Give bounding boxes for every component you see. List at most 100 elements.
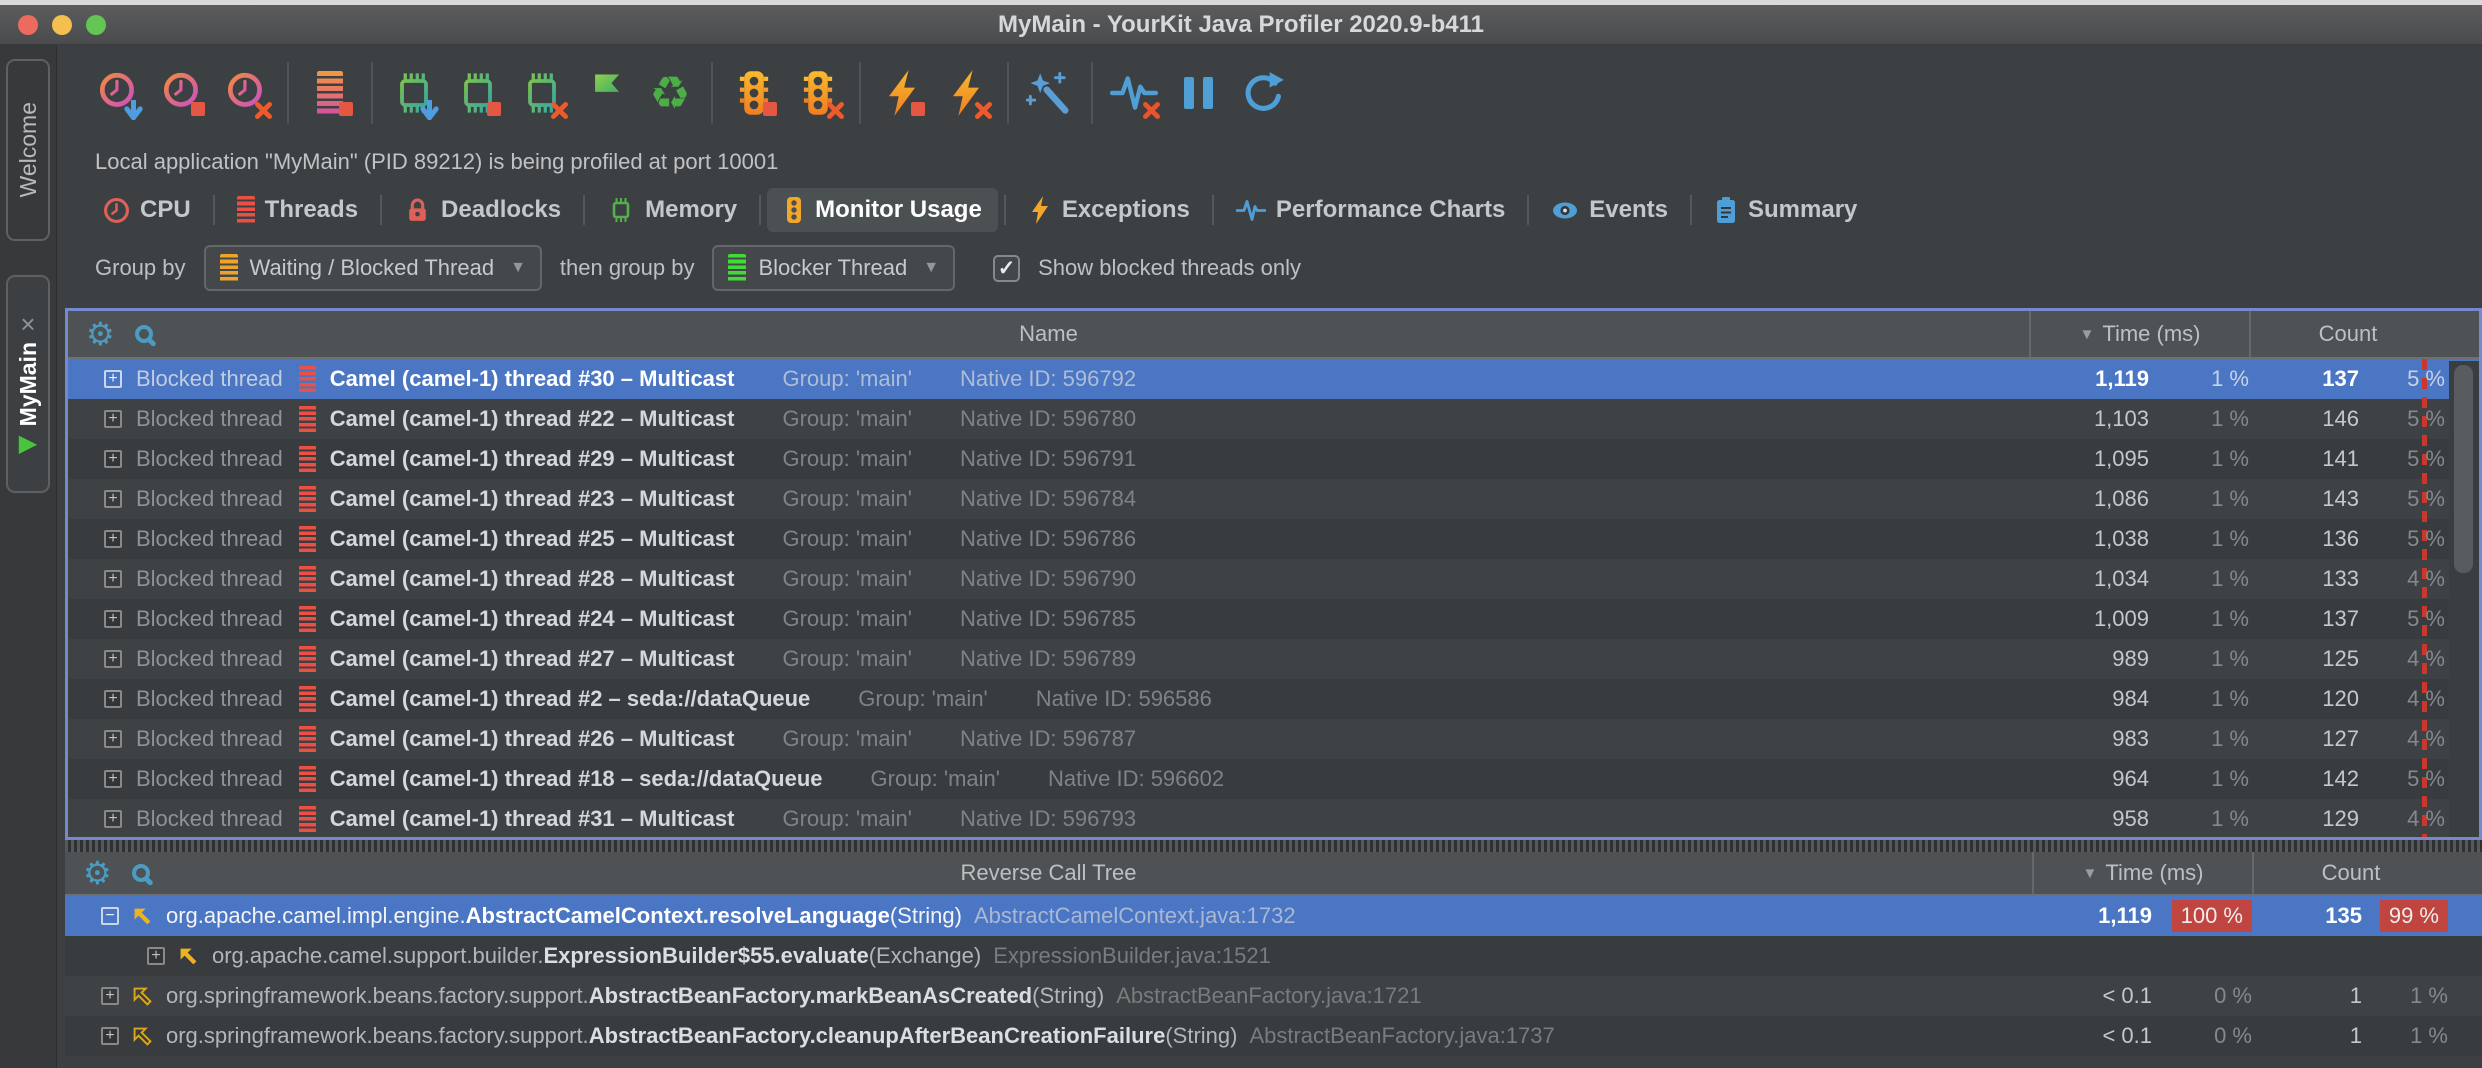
tab-threads[interactable]: Threads xyxy=(221,189,374,231)
thread-group: Group: 'main' xyxy=(782,406,911,432)
column-header-name[interactable]: Name xyxy=(68,311,2029,357)
blocked-thread-row[interactable]: + Blocked thread Camel (camel-1) thread … xyxy=(68,719,2479,759)
tab-memory[interactable]: Memory xyxy=(591,189,753,231)
blocked-thread-row[interactable]: + Blocked thread Camel (camel-1) thread … xyxy=(68,399,2479,439)
clear-telemetry-button[interactable] xyxy=(1109,68,1159,118)
vertical-scrollbar[interactable] xyxy=(2449,361,2479,837)
count-percent: 1 % xyxy=(2362,983,2448,1009)
view-tabbar: CPU Threads Deadlocks Memory xyxy=(57,184,2482,236)
titlebar[interactable]: MyMain - YourKit Java Profiler 2020.9-b4… xyxy=(0,5,2482,45)
thread-native-id: Native ID: 596586 xyxy=(1036,686,1212,712)
tab-monitor-usage[interactable]: Monitor Usage xyxy=(767,188,998,232)
expand-toggle[interactable]: + xyxy=(104,410,122,428)
tab-events[interactable]: Events xyxy=(1535,189,1684,231)
thread-name: Camel (camel-1) thread #18 – seda://data… xyxy=(330,766,823,792)
table-search-icon[interactable] xyxy=(135,325,153,343)
blocked-thread-row[interactable]: + Blocked thread Camel (camel-1) thread … xyxy=(68,519,2479,559)
call-tree-row[interactable]: + org.springframework.beans.factory.supp… xyxy=(65,1016,2482,1056)
pause-telemetry-button[interactable] xyxy=(1173,68,1223,118)
expand-toggle[interactable]: + xyxy=(104,770,122,788)
expand-toggle[interactable]: + xyxy=(104,610,122,628)
thread-name: Camel (camel-1) thread #22 – Multicast xyxy=(330,406,735,432)
inspections-button[interactable] xyxy=(1025,68,1075,118)
expand-toggle[interactable]: − xyxy=(101,907,119,925)
show-blocked-threads-checkbox[interactable]: ✓ xyxy=(993,255,1020,282)
clear-cpu-data-button[interactable] xyxy=(221,68,271,118)
sidebar-tab-mymain[interactable]: × MyMain ▶ xyxy=(6,275,50,493)
panel-splitter-handle[interactable] xyxy=(65,840,2482,852)
set-flag-button[interactable] xyxy=(581,68,631,118)
column-header-count[interactable]: Count xyxy=(2249,311,2445,357)
count-percent: 4 % xyxy=(2359,566,2445,592)
tab-performance-charts[interactable]: Performance Charts xyxy=(1220,189,1521,231)
expand-toggle[interactable]: + xyxy=(104,490,122,508)
expand-toggle[interactable]: + xyxy=(147,947,165,965)
group-by-dropdown[interactable]: Waiting / Blocked Thread ▼ xyxy=(204,245,542,291)
time-percent: 1 % xyxy=(2149,646,2249,672)
stop-exception-profiling-button[interactable] xyxy=(877,68,927,118)
stop-overlay-icon xyxy=(763,102,777,116)
then-group-by-dropdown[interactable]: Blocker Thread ▼ xyxy=(712,245,955,291)
tab-cpu[interactable]: CPU xyxy=(87,189,207,231)
tab-summary[interactable]: Summary xyxy=(1698,189,1873,232)
close-session-icon[interactable]: × xyxy=(20,314,35,334)
blocked-thread-row[interactable]: + Blocked thread Camel (camel-1) thread … xyxy=(68,359,2479,399)
clear-monitor-data-button[interactable] xyxy=(793,68,843,118)
method-signature: org.apache.camel.impl.engine.AbstractCam… xyxy=(166,903,962,929)
column-header-time[interactable]: ▼ Time (ms) xyxy=(2029,311,2249,357)
tab-label: Exceptions xyxy=(1062,196,1190,224)
thread-icon xyxy=(299,446,316,473)
column-header-reverse-call-tree[interactable]: Reverse Call Tree xyxy=(65,852,2032,894)
expand-toggle[interactable]: + xyxy=(104,370,122,388)
blocked-thread-row[interactable]: + Blocked thread Camel (camel-1) thread … xyxy=(68,559,2479,599)
call-tree-row[interactable]: − org.apache.camel.impl.engine.AbstractC… xyxy=(65,896,2482,936)
call-tree-row[interactable]: + org.springframework.beans.factory.supp… xyxy=(65,976,2482,1016)
tab-exceptions[interactable]: Exceptions xyxy=(1012,188,1206,232)
tab-deadlocks[interactable]: Deadlocks xyxy=(388,189,577,231)
blocked-thread-row[interactable]: + Blocked thread Camel (camel-1) thread … xyxy=(68,479,2479,519)
table-settings-gear-icon[interactable]: ⚙ xyxy=(83,857,112,889)
scrollbar-thumb[interactable] xyxy=(2454,365,2473,573)
start-memory-allocation-button[interactable] xyxy=(389,68,439,118)
column-header-count[interactable]: Count xyxy=(2252,852,2448,894)
thread-icon xyxy=(299,366,316,393)
time-percent: 1 % xyxy=(2149,406,2249,432)
expand-toggle[interactable]: + xyxy=(101,987,119,1005)
thread-native-id: Native ID: 596787 xyxy=(960,726,1136,752)
blocked-thread-row[interactable]: + Blocked thread Camel (camel-1) thread … xyxy=(68,639,2479,679)
table-settings-gear-icon[interactable]: ⚙ xyxy=(86,318,115,350)
clear-exception-data-button[interactable] xyxy=(941,68,991,118)
expand-toggle[interactable]: + xyxy=(104,450,122,468)
capture-thread-dump-button[interactable] xyxy=(305,68,355,118)
expand-toggle[interactable]: + xyxy=(101,1027,119,1045)
stop-cpu-profiling-button[interactable] xyxy=(157,68,207,118)
expand-toggle[interactable]: + xyxy=(104,530,122,548)
capture-memory-snapshot-button[interactable] xyxy=(453,68,503,118)
sidebar-tab-welcome[interactable]: Welcome xyxy=(6,59,50,241)
table-search-icon[interactable] xyxy=(132,864,150,882)
force-gc-button[interactable]: ♻ xyxy=(645,68,695,118)
blocked-thread-row[interactable]: + Blocked thread Camel (camel-1) thread … xyxy=(68,799,2479,839)
thread-native-id: Native ID: 596602 xyxy=(1048,766,1224,792)
toolbar: ♻ xyxy=(57,45,2482,140)
call-tree-row[interactable]: + org.apache.camel.support.builder.Expre… xyxy=(65,936,2482,976)
blocked-thread-row[interactable]: + Blocked thread Camel (camel-1) thread … xyxy=(68,759,2479,799)
expand-toggle[interactable]: + xyxy=(104,570,122,588)
refresh-icon xyxy=(1239,70,1285,116)
column-header-time[interactable]: ▼ Time (ms) xyxy=(2032,852,2252,894)
count-value: 146 xyxy=(2249,406,2359,432)
refresh-button[interactable] xyxy=(1237,68,1287,118)
pause-icon xyxy=(1184,77,1213,109)
expand-toggle[interactable]: + xyxy=(104,690,122,708)
expand-toggle[interactable]: + xyxy=(104,650,122,668)
blocked-thread-row[interactable]: + Blocked thread Camel (camel-1) thread … xyxy=(68,599,2479,639)
expand-toggle[interactable]: + xyxy=(104,730,122,748)
expand-toggle[interactable]: + xyxy=(104,810,122,828)
stop-monitor-profiling-button[interactable] xyxy=(729,68,779,118)
blocked-thread-row[interactable]: + Blocked thread Camel (camel-1) thread … xyxy=(68,679,2479,719)
start-cpu-profiling-button[interactable] xyxy=(93,68,143,118)
lock-icon xyxy=(404,197,431,224)
blocked-thread-row[interactable]: + Blocked thread Camel (camel-1) thread … xyxy=(68,439,2479,479)
session-sidebar: Welcome × MyMain ▶ xyxy=(0,45,57,1068)
clear-allocation-data-button[interactable] xyxy=(517,68,567,118)
